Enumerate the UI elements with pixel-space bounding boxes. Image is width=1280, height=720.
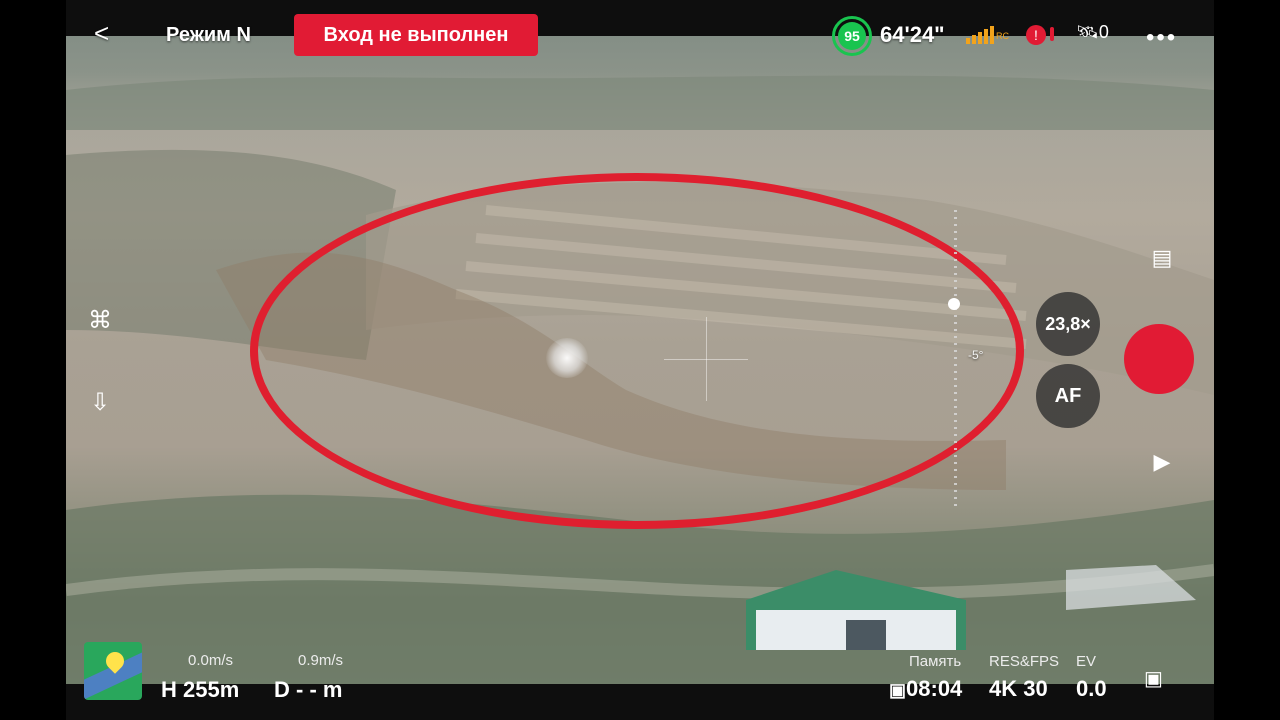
height-readout: H 255m [161,677,240,702]
battery-icon: 95 [832,16,872,56]
login-warning-badge[interactable]: Вход не выполнен [294,14,538,56]
gimbal-scale [954,210,957,510]
more-menu-button[interactable]: ••• [1146,24,1177,52]
target-highlight-ellipse [250,173,1024,529]
satellite-count: 0 [1098,22,1109,42]
lens-icon[interactable]: ▣ [1144,666,1163,691]
memory-label: Память [909,653,962,670]
gimbal-position-indicator [948,298,960,310]
map-toggle-icon[interactable]: ⌘ [82,302,118,338]
svg-text:!: ! [1034,27,1038,43]
satellite-icon: 🛰0 [1076,22,1109,42]
memory-time: ▣08:04 [889,676,963,701]
signal-strength-icon: RC [966,26,1009,44]
horizontal-speed: 0.0m/s [188,652,234,669]
flight-mode-label: Режим N [166,24,251,46]
autofocus-button[interactable]: AF [1036,364,1100,428]
zoom-button[interactable]: 23,8× [1036,292,1100,356]
mini-map-button[interactable] [84,642,142,700]
back-button[interactable]: < [94,20,109,46]
vertical-speed: 0.9m/s [298,652,344,669]
ev-label: EV [1076,653,1097,670]
distance-readout: D - - m [274,677,343,702]
ev-value: 0.0 [1076,676,1107,701]
alert-icon[interactable]: ! [1026,23,1060,52]
playback-icon[interactable]: ▶ [1144,448,1180,476]
return-home-icon[interactable]: ⇩ [82,384,118,420]
resolution-fps: 4K 30 [989,676,1048,701]
gimbal-angle-label: -5° [968,348,984,362]
impact-smoke [546,338,588,378]
svg-text:RC: RC [996,31,1009,41]
storage-icon: ▣ [889,680,907,700]
res-fps-label: RES&FPS [989,653,1060,670]
drone-camera-view: < Режим N Вход не выполнен 95 64'24" RC … [66,0,1214,720]
center-crosshair-horizontal [664,359,748,360]
shutter-button[interactable] [1124,324,1194,394]
flight-time: 64'24" [880,22,945,47]
camera-settings-icon[interactable]: ▤ [1144,244,1180,272]
battery-percent: 95 [838,22,866,50]
